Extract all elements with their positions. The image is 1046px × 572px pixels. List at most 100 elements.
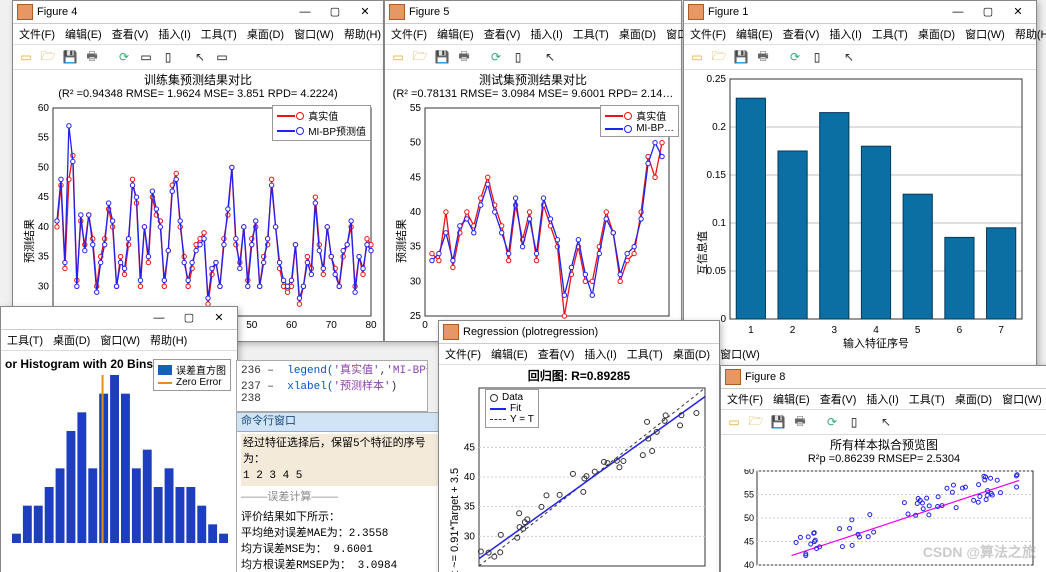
menu-file[interactable]: 文件(F) [391, 26, 427, 42]
close-button[interactable]: ✕ [205, 309, 233, 327]
print-icon[interactable]: 🖶 [455, 48, 473, 66]
pan-icon[interactable]: ▯ [509, 48, 527, 66]
rotate-icon[interactable]: ⟳ [823, 413, 841, 431]
menu-window[interactable]: 窗口(W) [1002, 391, 1042, 407]
menu-desktop[interactable]: 桌面(D) [247, 26, 284, 42]
datatip-icon[interactable]: ▭ [213, 48, 231, 66]
figure-1-titlebar[interactable]: Figure 1 — ▢ ✕ [684, 1, 1036, 24]
menu-window[interactable]: 窗口(W) [720, 346, 760, 362]
figure-1-menubar[interactable]: 文件(F) 编辑(E) 查看(V) 插入(I) 工具(T) 桌面(D) 窗口(W… [684, 24, 1036, 45]
pan-icon[interactable]: ▯ [845, 413, 863, 431]
figure-5-window[interactable]: Figure 5 文件(F) 编辑(E) 查看(V) 插入(I) 工具(T) 桌… [384, 0, 682, 342]
minimize-button[interactable]: — [944, 3, 972, 21]
menu-edit[interactable]: 编辑(E) [65, 26, 102, 42]
pointer-icon[interactable]: ↖ [840, 48, 858, 66]
menu-tools[interactable]: 工具(T) [573, 26, 609, 42]
menu-insert[interactable]: 插入(I) [530, 26, 562, 42]
print-icon[interactable]: 🖶 [791, 413, 809, 431]
reg-menubar[interactable]: 文件(F) 编辑(E) 查看(V) 插入(I) 工具(T) 桌面(D) 窗口(W… [439, 344, 719, 365]
figure-5-menubar[interactable]: 文件(F) 编辑(E) 查看(V) 插入(I) 工具(T) 桌面(D) 窗口(W… [385, 24, 681, 45]
pan-icon[interactable]: ▯ [159, 48, 177, 66]
menu-file[interactable]: 文件(F) [445, 346, 481, 362]
new-icon[interactable]: ▭ [725, 413, 743, 431]
menu-desktop[interactable]: 桌面(D) [918, 26, 955, 42]
maximize-button[interactable]: ▢ [321, 3, 349, 21]
close-button[interactable]: ✕ [1004, 3, 1032, 21]
fig5-legend[interactable]: 真实值 MI-BP… [600, 105, 679, 137]
figure-4-menubar[interactable]: 文件(F) 编辑(E) 查看(V) 插入(I) 工具(T) 桌面(D) 窗口(W… [13, 24, 383, 45]
command-window[interactable]: 命令行窗口 经过特征选择后，保留5个特征的序号为： 1 2 3 4 5 ————… [236, 412, 446, 572]
minimize-button[interactable]: — [291, 3, 319, 21]
maximize-button[interactable]: ▢ [175, 309, 203, 327]
menu-tools[interactable]: 工具(T) [909, 391, 945, 407]
menu-help[interactable]: 帮助(H) [344, 26, 381, 42]
pointer-icon[interactable]: ↖ [877, 413, 895, 431]
regression-window[interactable]: Regression (plotregression) 文件(F) 编辑(E) … [438, 320, 720, 572]
menu-window[interactable]: 窗口(W) [294, 26, 334, 42]
figure-1-window[interactable]: Figure 1 — ▢ ✕ 文件(F) 编辑(E) 查看(V) 插入(I) 工… [683, 0, 1037, 372]
menu-file[interactable]: 文件(F) [19, 26, 55, 42]
reg-axes[interactable]: 回归图: R=0.89285 30354045 Data Fit Y = T o… [445, 367, 713, 569]
open-icon[interactable]: 🗁 [411, 48, 429, 66]
hist-menubar[interactable]: 工具(T) 桌面(D) 窗口(W) 帮助(H) [1, 330, 237, 351]
menu-help[interactable]: 帮助(H) [1015, 26, 1046, 42]
menu-view[interactable]: 查看(V) [820, 391, 857, 407]
reg-titlebar[interactable]: Regression (plotregression) [439, 321, 719, 344]
menu-desktop[interactable]: 桌面(D) [53, 332, 90, 348]
new-icon[interactable]: ▭ [389, 48, 407, 66]
menu-view[interactable]: 查看(V) [484, 26, 521, 42]
reg-legend[interactable]: Data Fit Y = T [485, 389, 539, 428]
new-icon[interactable]: ▭ [688, 48, 706, 66]
zoom-icon[interactable]: ▭ [137, 48, 155, 66]
menu-insert[interactable]: 插入(I) [584, 346, 616, 362]
histogram-window[interactable]: — ▢ ✕ 工具(T) 桌面(D) 窗口(W) 帮助(H) or Histogr… [0, 306, 238, 572]
save-icon[interactable]: 💾 [433, 48, 451, 66]
pan-icon[interactable]: ▯ [808, 48, 826, 66]
fig4-legend[interactable]: 真实值 MI-BP预测值 [272, 105, 371, 141]
menu-edit[interactable]: 编辑(E) [437, 26, 474, 42]
menu-tools[interactable]: 工具(T) [627, 346, 663, 362]
rotate-icon[interactable]: ⟳ [487, 48, 505, 66]
menu-window[interactable]: 窗口(W) [965, 26, 1005, 42]
menu-desktop[interactable]: 桌面(D) [955, 391, 992, 407]
editor-panel[interactable]: 236 – legend('真实值','MI-BP预测值'); 237 – xl… [236, 360, 428, 412]
menu-window[interactable]: 窗口(W) [100, 332, 140, 348]
open-icon[interactable]: 🗁 [747, 413, 765, 431]
figure-1-axes[interactable]: 00.050.10.150.20.251234567输入特征序号 互信息值 [690, 73, 1030, 365]
menu-view[interactable]: 查看(V) [538, 346, 575, 362]
menu-tools[interactable]: 工具(T) [7, 332, 43, 348]
print-icon[interactable]: 🖶 [754, 48, 772, 66]
menu-file[interactable]: 文件(F) [727, 391, 763, 407]
new-icon[interactable]: ▭ [17, 48, 35, 66]
figure-5-titlebar[interactable]: Figure 5 [385, 1, 681, 24]
menu-insert[interactable]: 插入(I) [829, 26, 861, 42]
figure-4-axes[interactable]: 训练集预测结果对比 (R² =0.94348 RMSE= 1.9624 MSE=… [19, 71, 377, 335]
menu-help[interactable]: 帮助(H) [150, 332, 187, 348]
print-icon[interactable]: 🖶 [83, 48, 101, 66]
save-icon[interactable]: 💾 [61, 48, 79, 66]
menu-desktop[interactable]: 桌面(D) [619, 26, 656, 42]
menu-view[interactable]: 查看(V) [112, 26, 149, 42]
open-icon[interactable]: 🗁 [39, 48, 57, 66]
pointer-icon[interactable]: ↖ [541, 48, 559, 66]
figure-4-window[interactable]: Figure 4 — ▢ ✕ 文件(F) 编辑(E) 查看(V) 插入(I) 工… [12, 0, 384, 342]
minimize-button[interactable]: — [145, 309, 173, 327]
menu-insert[interactable]: 插入(I) [866, 391, 898, 407]
maximize-button[interactable]: ▢ [974, 3, 1002, 21]
rotate-icon[interactable]: ⟳ [115, 48, 133, 66]
save-icon[interactable]: 💾 [732, 48, 750, 66]
save-icon[interactable]: 💾 [769, 413, 787, 431]
figure-5-axes[interactable]: 测试集预测结果对比 (R² =0.78131 RMSE= 3.0984 MSE=… [391, 71, 675, 335]
hist-legend[interactable]: 误差直方图 Zero Error [153, 359, 231, 391]
figure-8-titlebar[interactable]: Figure 8 [721, 366, 1046, 389]
figure-4-titlebar[interactable]: Figure 4 — ▢ ✕ [13, 1, 383, 24]
menu-view[interactable]: 查看(V) [783, 26, 820, 42]
menu-file[interactable]: 文件(F) [690, 26, 726, 42]
open-icon[interactable]: 🗁 [710, 48, 728, 66]
menu-desktop[interactable]: 桌面(D) [673, 346, 710, 362]
hist-titlebar[interactable]: — ▢ ✕ [1, 307, 237, 330]
menu-edit[interactable]: 编辑(E) [491, 346, 528, 362]
pointer-icon[interactable]: ↖ [191, 48, 209, 66]
menu-edit[interactable]: 编辑(E) [773, 391, 810, 407]
rotate-icon[interactable]: ⟳ [786, 48, 804, 66]
